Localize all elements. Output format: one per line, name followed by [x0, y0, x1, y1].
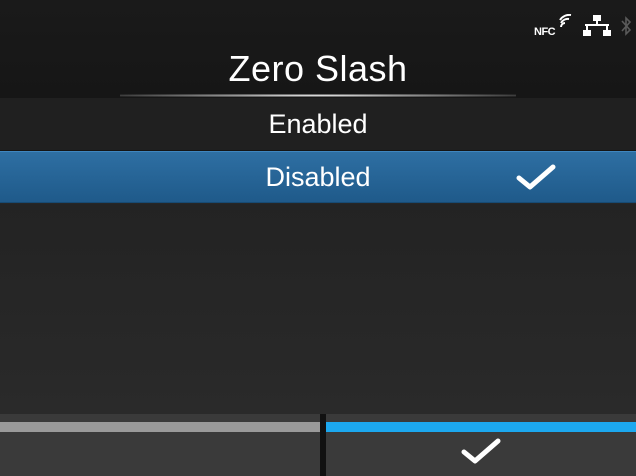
settings-screen: Zero Slash NFC Enabled Disabled [0, 0, 636, 476]
softkey-bar [0, 414, 636, 476]
checkmark-icon [461, 438, 501, 469]
nfc-icon: NFC [534, 14, 574, 38]
status-icons: NFC [534, 14, 632, 42]
options-list: Enabled Disabled [0, 98, 636, 203]
option-label: Enabled [268, 108, 368, 139]
option-label: Disabled [265, 161, 371, 192]
empty-list-area [0, 204, 636, 414]
title-underline [120, 94, 516, 97]
option-disabled[interactable]: Disabled [0, 151, 636, 203]
network-icon [582, 14, 612, 38]
softkey-indicator-blue [326, 422, 636, 432]
confirm-softkey[interactable] [326, 414, 636, 476]
option-enabled[interactable]: Enabled [0, 98, 636, 151]
bluetooth-icon [620, 14, 632, 38]
nfc-label: NFC [534, 26, 556, 38]
header: Zero Slash NFC [0, 0, 636, 98]
checkmark-icon [516, 164, 556, 197]
back-softkey[interactable] [0, 414, 320, 476]
page-title: Zero Slash [228, 48, 408, 89]
softkey-indicator-gray [0, 422, 320, 432]
